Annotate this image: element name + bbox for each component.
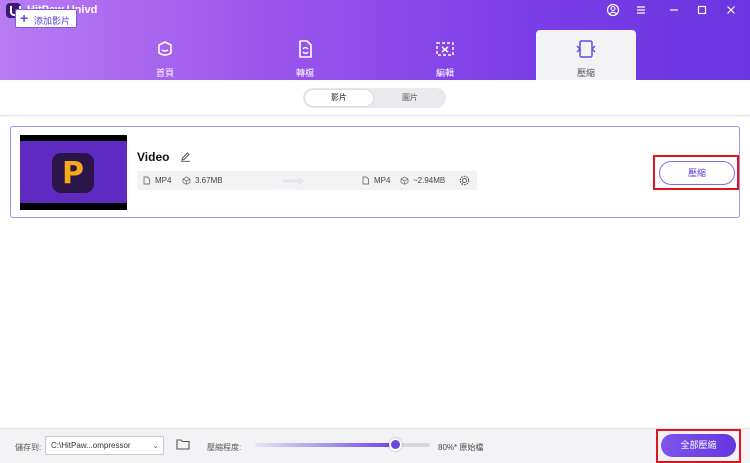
- tab-label: 壓縮: [576, 68, 595, 78]
- tab-label: 首頁: [155, 68, 174, 78]
- save-path-dropdown[interactable]: C:\HitPaw...ompressor ⌄: [45, 436, 164, 455]
- tab-edit[interactable]: 編輯: [395, 30, 495, 80]
- tab-label: 轉檔: [295, 68, 314, 78]
- edit-video-icon: [436, 42, 454, 56]
- file-name: Video: [137, 150, 170, 164]
- compression-slider-fill: [255, 443, 395, 447]
- tab-home[interactable]: 首頁: [115, 30, 215, 80]
- highlight-box: [656, 429, 741, 463]
- account-icon[interactable]: [606, 3, 620, 17]
- maximize-icon[interactable]: [695, 3, 709, 17]
- file-info-row: MP4 3.67MB MP4 ~2.94MB: [137, 171, 477, 190]
- home-icon: [158, 41, 172, 56]
- tab-compress[interactable]: 壓縮: [536, 30, 636, 80]
- tab-label: 編輯: [435, 68, 454, 78]
- plus-icon: +: [20, 10, 29, 26]
- file-icon: [143, 176, 150, 185]
- compress-icon: [576, 40, 596, 58]
- rename-pencil-icon[interactable]: [180, 151, 191, 162]
- chevron-down-icon: ⌄: [152, 441, 159, 450]
- size-cube-icon: [400, 176, 409, 185]
- arrow-right-icon: [283, 177, 304, 185]
- video-thumbnail: P: [20, 135, 127, 210]
- convert-icon: [299, 40, 312, 58]
- minimize-icon[interactable]: [667, 3, 681, 17]
- add-video-button[interactable]: + 添加影片: [15, 9, 77, 28]
- compression-slider-handle[interactable]: [388, 438, 402, 451]
- tab-convert[interactable]: 轉檔: [255, 30, 355, 80]
- close-icon[interactable]: [724, 3, 738, 17]
- segment-video[interactable]: 影片: [305, 90, 373, 106]
- highlight-box: [653, 155, 739, 190]
- save-to-label: 儲存到:: [15, 443, 42, 452]
- folder-icon[interactable]: [176, 438, 190, 450]
- compression-level-label: 壓縮程度:: [207, 443, 242, 452]
- source-size: 3.67MB: [195, 176, 223, 185]
- save-path-value: C:\HitPaw...ompressor: [51, 441, 131, 450]
- source-format: MP4: [155, 176, 172, 185]
- compression-level-value: 80%* 原始檔: [438, 443, 484, 452]
- title-bar: HitPaw Univd: [0, 0, 750, 20]
- target-format: MP4: [374, 176, 391, 185]
- size-cube-icon: [182, 176, 191, 185]
- media-type-toggle: 影片 圖片: [303, 88, 446, 108]
- file-icon: [362, 176, 369, 185]
- menu-icon[interactable]: [634, 3, 648, 17]
- settings-gear-icon[interactable]: [459, 175, 470, 186]
- app-logo-thumbnail-icon: P: [52, 153, 94, 193]
- target-size: ~2.94MB: [413, 176, 446, 185]
- segment-image[interactable]: 圖片: [376, 90, 444, 106]
